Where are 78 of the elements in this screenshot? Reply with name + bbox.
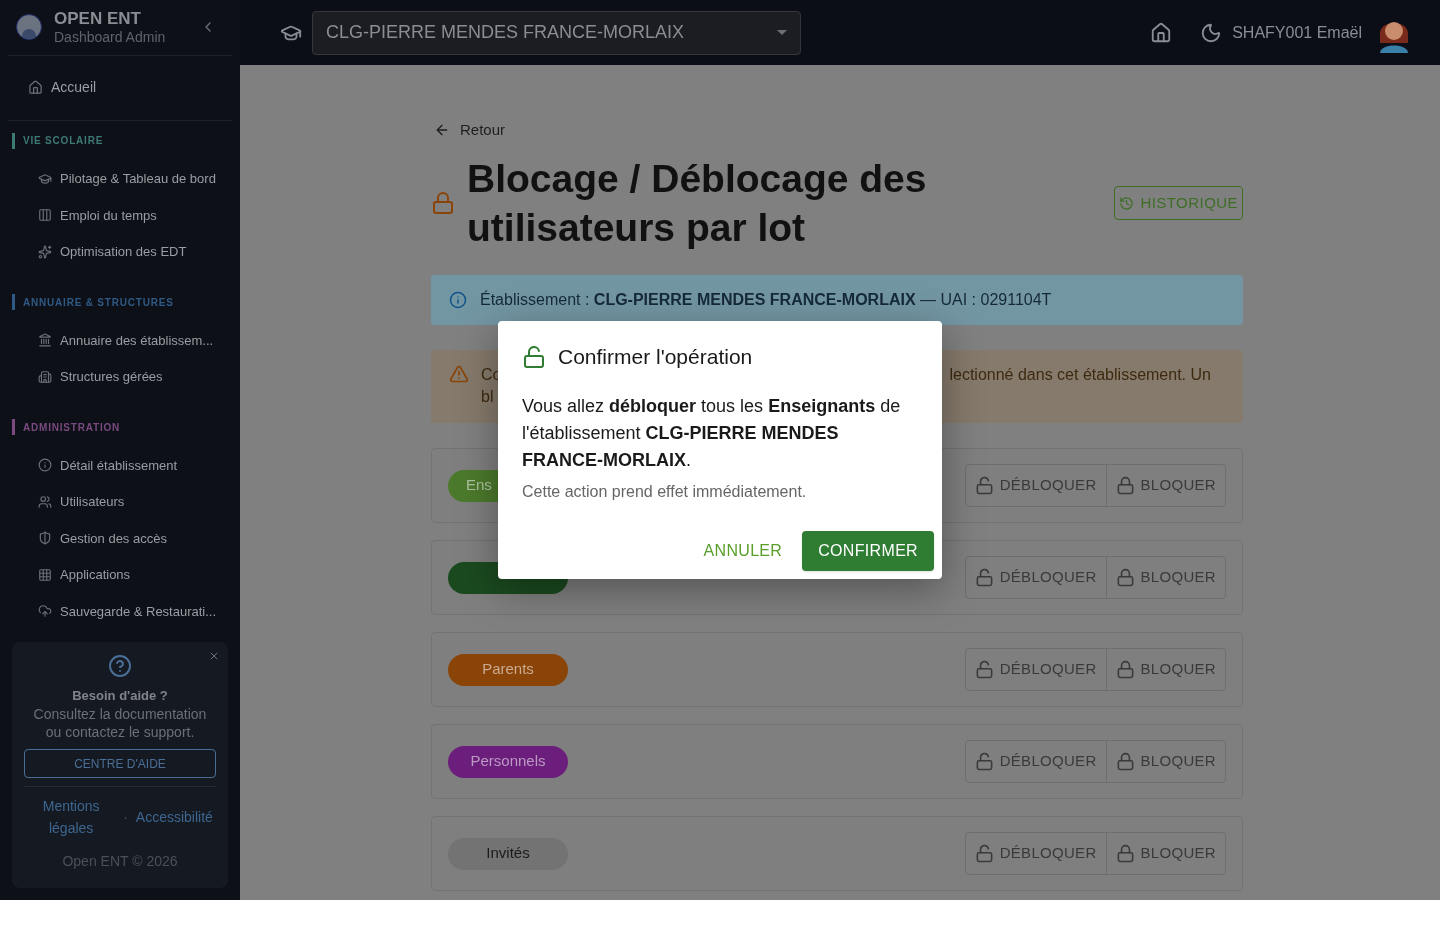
info-icon <box>449 291 467 309</box>
sidebar-item[interactable]: Emploi du temps <box>8 197 232 234</box>
warning-icon <box>449 364 469 384</box>
cloud-upload-icon <box>38 604 52 619</box>
help-title: Besoin d'aide ? <box>72 686 168 705</box>
dark-mode-icon[interactable] <box>1200 21 1223 44</box>
padlock-icon <box>1115 660 1135 679</box>
sidebar-item[interactable]: Accueil <box>16 67 224 108</box>
help-text: Consultez la documentation ou contactez le support. <box>32 705 208 741</box>
lock-button[interactable]: BLOQUER <box>1105 741 1225 782</box>
legal-link[interactable]: Mentions légales <box>27 795 116 839</box>
dialog-message: Vous allez débloquer tous les Enseignants de l'établissement CLG-PIERRE MENDES FRANCE-MORLAIX. <box>522 394 902 472</box>
home-icon[interactable] <box>1150 21 1173 44</box>
brand-title: OPEN ENT <box>54 7 142 30</box>
shield-icon <box>38 531 52 546</box>
unlock-button[interactable]: DÉBLOQUER <box>965 465 1106 506</box>
brand-subtitle: Dashboard Admin <box>54 29 167 47</box>
unlocked-padlock-icon <box>974 476 994 495</box>
group-badge: Personnels <box>448 745 568 778</box>
lock-button[interactable]: BLOQUER <box>1105 649 1225 690</box>
sparkles-icon <box>38 244 52 259</box>
back-arrow-icon <box>434 122 450 138</box>
sidebar-item[interactable]: Utilisateurs <box>8 483 232 520</box>
warning-text: bl <box>481 387 495 407</box>
padlock-icon <box>431 191 455 215</box>
unlocked-padlock-icon <box>974 752 994 771</box>
unlock-button[interactable]: DÉBLOQUER <box>965 649 1106 690</box>
unlocked-padlock-icon <box>522 344 546 369</box>
building-icon <box>38 369 52 384</box>
graduation-cap-icon <box>38 171 52 186</box>
bank-building-icon <box>38 333 52 348</box>
confirm-button[interactable]: CONFIRMER <box>802 531 934 571</box>
section-heading: VIE SCOLAIRE <box>23 134 104 148</box>
help-icon <box>108 653 132 678</box>
lock-button[interactable]: BLOQUER <box>1105 833 1225 874</box>
sidebar-item[interactable]: Détail établissement <box>8 447 232 484</box>
sidebar-item[interactable]: Annuaire des établissem... <box>8 322 232 359</box>
accessibility-link[interactable]: Accessibilité <box>135 806 213 828</box>
lock-button[interactable]: BLOQUER <box>1105 557 1225 598</box>
padlock-icon <box>1115 568 1135 587</box>
section-heading: ADMINISTRATION <box>23 420 121 435</box>
home-icon <box>28 80 43 95</box>
school-select[interactable]: CLG-PIERRE MENDES FRANCE-MORLAIX <box>312 10 801 55</box>
info-icon <box>38 458 52 473</box>
users-icon <box>38 494 52 509</box>
group-badge: Parents <box>448 653 568 686</box>
unlock-button[interactable]: DÉBLOQUER <box>965 557 1106 598</box>
unlocked-padlock-icon <box>974 568 994 587</box>
warning-text: lectionné dans cet établissement. Un <box>949 365 1211 385</box>
sidebar-item[interactable]: Pilotage & Tableau de bord <box>8 160 232 197</box>
history-icon <box>1119 195 1135 211</box>
page-title: Blocage / Déblocage des utilisateurs par lot <box>467 156 928 251</box>
sidebar-item[interactable]: Applications <box>8 556 232 593</box>
dialog-title: Confirmer l'opération <box>558 344 753 370</box>
padlock-icon <box>1115 844 1135 863</box>
caret-icon <box>777 30 787 35</box>
link-separator: · <box>123 807 128 827</box>
group-badge: Invités <box>448 837 568 870</box>
padlock-icon <box>1115 476 1135 495</box>
unlocked-padlock-icon <box>974 660 994 679</box>
section-heading: ANNUAIRE & STRUCTURES <box>23 295 174 310</box>
user-name: SHAFY001 Emaël <box>1232 22 1362 43</box>
back-link[interactable]: Retour <box>434 120 1243 140</box>
cancel-button[interactable]: ANNULER <box>699 531 787 571</box>
lock-button[interactable]: BLOQUER <box>1105 465 1225 506</box>
sidebar-item[interactable]: Gestion des accès <box>8 520 232 557</box>
padlock-icon <box>1115 752 1135 771</box>
unlock-button[interactable]: DÉBLOQUER <box>965 741 1106 782</box>
unlock-button[interactable]: DÉBLOQUER <box>965 833 1106 874</box>
columns-icon <box>38 208 52 223</box>
grid-icon <box>38 567 52 582</box>
sidebar-item[interactable]: Optimisation des EDT <box>8 233 232 270</box>
avatar-icon <box>16 14 42 41</box>
info-text: Établissement : CLG-PIERRE MENDES FRANCE-MORLAIX — UAI : 0291104T <box>480 289 1052 310</box>
sidebar-item[interactable]: Structures gérées <box>8 358 232 395</box>
unlocked-padlock-icon <box>974 844 994 863</box>
help-center-button[interactable]: CENTRE D'AIDE <box>24 749 216 778</box>
sidebar-item[interactable]: Sauvegarde & Restaurati... <box>8 593 232 630</box>
